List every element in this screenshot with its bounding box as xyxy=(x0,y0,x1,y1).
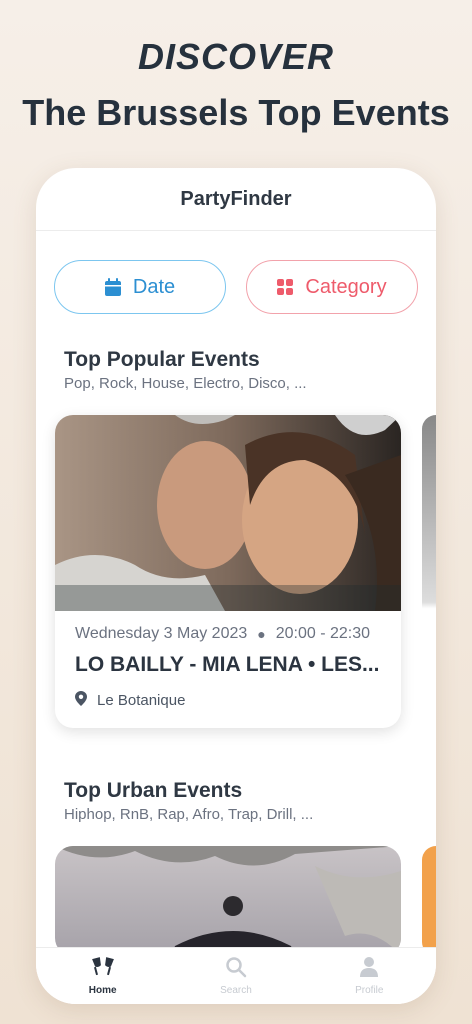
venue-name: Le Botanique xyxy=(97,692,186,709)
app-title: PartyFinder xyxy=(180,187,292,210)
category-filter-label: Category xyxy=(305,275,387,298)
event-image xyxy=(55,846,401,956)
hero-discover: DISCOVER xyxy=(137,36,335,77)
tab-home-label: Home xyxy=(88,985,117,996)
phone-frame: PartyFinder Date Category Top Popular Ev… xyxy=(36,168,436,1004)
filter-row: Date Category xyxy=(54,260,418,314)
meta-separator: ● xyxy=(257,626,266,642)
section-subtitle-popular: Pop, Rock, House, Electro, Disco, ... xyxy=(64,375,307,392)
event-image xyxy=(55,415,401,611)
event-time: 20:00 - 22:30 xyxy=(275,625,371,642)
event-title: LO BAILLY - MIA LENA • LES... xyxy=(75,653,380,676)
event-card-body: Wednesday 3 May 2023 ● 20:00 - 22:30 LO … xyxy=(55,611,401,728)
section-subtitle-urban: Hiphop, RnB, Rap, Afro, Trap, Drill, ... xyxy=(64,806,314,823)
grid-icon xyxy=(277,279,294,295)
location-pin-icon xyxy=(75,691,87,710)
cheers-icon xyxy=(90,956,116,983)
tab-profile[interactable]: Profile xyxy=(319,956,419,996)
date-filter-button[interactable]: Date xyxy=(54,260,226,314)
tab-search[interactable]: Search xyxy=(186,956,286,996)
section-title-popular: Top Popular Events xyxy=(64,348,260,371)
tab-profile-label: Profile xyxy=(355,985,384,996)
event-venue: Le Botanique xyxy=(75,691,381,710)
next-card-peek[interactable] xyxy=(422,415,436,727)
app-bar: PartyFinder xyxy=(36,168,436,231)
search-icon xyxy=(225,956,247,983)
bottom-tab-bar: Home Search Profile xyxy=(36,947,436,1004)
calendar-icon xyxy=(104,278,121,296)
tab-home[interactable]: Home xyxy=(53,956,153,996)
event-meta: Wednesday 3 May 2023 ● 20:00 - 22:30 xyxy=(75,625,381,643)
category-filter-button[interactable]: Category xyxy=(246,260,418,314)
date-filter-label: Date xyxy=(132,275,176,298)
event-date: Wednesday 3 May 2023 xyxy=(75,625,248,642)
hero-headline: The Brussels Top Events xyxy=(22,92,450,133)
section-title-urban: Top Urban Events xyxy=(64,779,243,802)
event-card[interactable]: Wednesday 3 May 2023 ● 20:00 - 22:30 LO … xyxy=(55,415,401,728)
tab-search-label: Search xyxy=(220,985,252,996)
next-card-peek[interactable] xyxy=(422,846,436,956)
event-card[interactable] xyxy=(55,846,401,956)
person-icon xyxy=(358,956,380,983)
